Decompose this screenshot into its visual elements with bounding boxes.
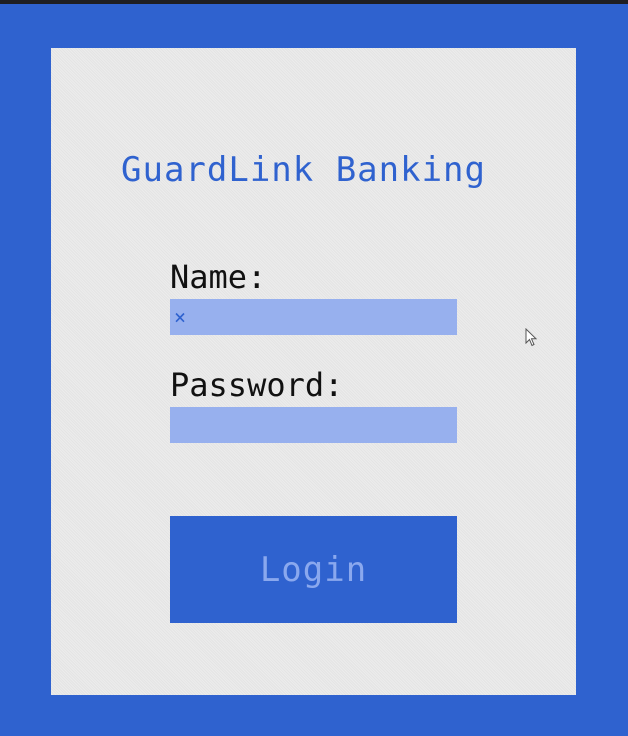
name-input[interactable] — [170, 299, 457, 335]
mouse-pointer-icon — [525, 327, 539, 348]
window-top-strip — [0, 0, 628, 4]
login-button[interactable]: Login — [170, 516, 457, 623]
password-input[interactable] — [170, 407, 457, 443]
page-title: GuardLink Banking — [121, 150, 486, 190]
login-panel: GuardLink Banking Name: Password: Login — [51, 48, 576, 695]
name-label: Name: — [170, 258, 267, 296]
password-label: Password: — [170, 366, 344, 404]
